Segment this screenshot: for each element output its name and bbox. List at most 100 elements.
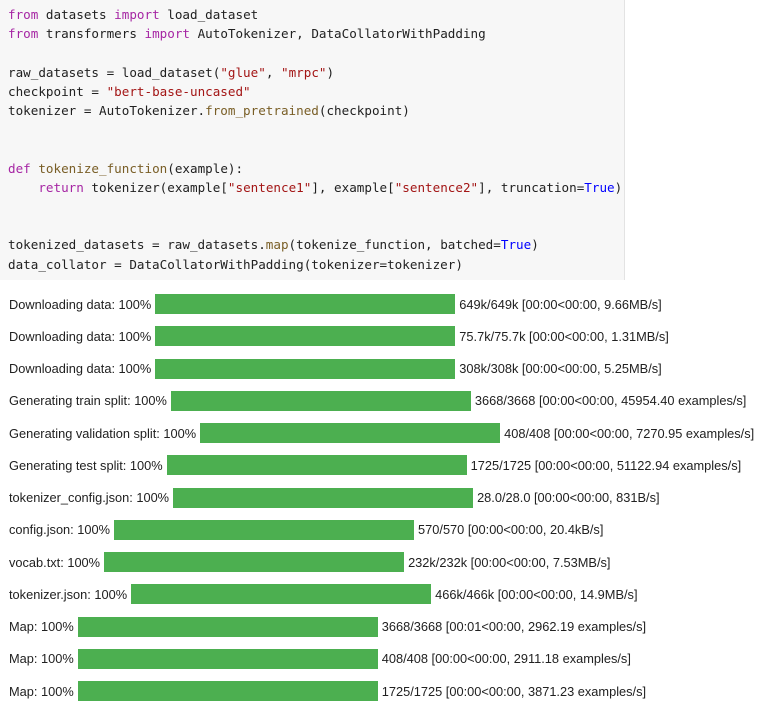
code-token: map <box>265 237 289 253</box>
code-token: return <box>38 179 84 195</box>
progress-stats: 308k/308k [00:00<00:00, 5.25MB/s] <box>459 361 662 376</box>
cell-output: Downloading data: 100% 649k/649k [00:00<0… <box>0 280 767 706</box>
progress-stats: 649k/649k [00:00<00:00, 9.66MB/s] <box>459 296 662 312</box>
code-token: ) <box>614 179 623 195</box>
progress-row: Map: 100% 3668/3668 [00:01<00:00, 2962.19… <box>9 616 646 638</box>
code-line: raw_datasets = load_dataset("glue", "mrp… <box>8 63 334 82</box>
progress-stats: 1725/1725 [00:00<00:00, 3871.23 examples… <box>381 683 647 699</box>
progress-bar <box>114 519 415 540</box>
progress-bar <box>200 423 501 443</box>
code-token: tokenizer = AutoTokenizer. <box>8 103 206 118</box>
progress-row: config.json: 100% 570/570 [00:00<00:00, 2… <box>9 519 603 541</box>
progress-bar <box>155 358 456 379</box>
code-token: ], truncation= <box>478 179 585 195</box>
progress-row: Map: 100% 408/408 [00:00<00:00, 2911.18 e… <box>9 648 631 670</box>
code-token: True <box>500 237 532 253</box>
code-token: (tokenize_function, batched= <box>288 237 501 253</box>
code-token: "mrpc" <box>280 64 327 80</box>
progress-bar-fill <box>77 616 378 637</box>
progress-bar <box>170 390 471 411</box>
code-token: "sentence1" <box>227 179 312 195</box>
code-token: transformers <box>38 26 145 42</box>
code-line: checkpoint = "bert-base-uncased" <box>8 82 251 101</box>
progress-row: Map: 100% 1725/1725 [00:00<00:00, 3871.23… <box>9 680 646 702</box>
code-token: from <box>8 26 39 42</box>
progress-row: Generating validation split: 100% 408/408… <box>9 422 754 444</box>
progress-row: vocab.txt: 100% 232k/232k [00:00<00:00, 7… <box>9 551 610 573</box>
code-line: tokenizer = AutoTokenizer.from_pretraine… <box>8 101 410 120</box>
code-line: from datasets import load_dataset <box>8 5 258 24</box>
progress-row: tokenizer.json: 100% 466k/466k [00:00<00:… <box>9 583 638 605</box>
progress-label: Map: 100% <box>9 683 74 699</box>
code-token: (example): <box>167 160 244 176</box>
code-token: raw_datasets = load_dataset( <box>8 64 221 80</box>
progress-bar-fill <box>131 584 432 605</box>
progress-row: Generating train split: 100% 3668/3668 [0… <box>9 390 746 412</box>
progress-label: config.json: 100% <box>9 522 111 538</box>
progress-bar <box>77 681 378 701</box>
progress-stats: 232k/232k [00:00<00:00, 7.53MB/s] <box>408 554 611 570</box>
progress-stats: 3668/3668 [00:01<00:00, 2962.19 examples… <box>381 619 647 634</box>
progress-stats: 466k/466k [00:00<00:00, 14.9MB/s] <box>435 586 638 602</box>
progress-bar-fill <box>173 487 474 508</box>
code-line: def tokenize_function(example): <box>8 159 243 178</box>
progress-stats: 1725/1725 [00:00<00:00, 51122.94 example… <box>470 457 742 473</box>
code-token: import <box>144 26 191 42</box>
progress-label: tokenizer_config.json: 100% <box>9 490 170 505</box>
progress-bar-fill <box>200 423 501 443</box>
progress-label: Map: 100% <box>9 619 74 634</box>
code-token: ) <box>531 237 539 253</box>
progress-row: Downloading data: 100% 649k/649k [00:00<0… <box>9 293 662 315</box>
progress-bar-fill <box>170 390 471 411</box>
code-line: from transformers import AutoTokenizer, … <box>8 24 486 43</box>
code-token: "bert-base-uncased" <box>106 83 251 99</box>
code-line: tokenized_datasets = raw_datasets.map(to… <box>8 235 539 254</box>
code-token: True <box>584 179 615 195</box>
progress-bar <box>104 552 405 572</box>
progress-bar <box>77 616 378 637</box>
code-token: ) <box>326 64 335 80</box>
progress-bar-fill <box>104 552 405 572</box>
code-token: "glue" <box>220 64 266 80</box>
code-line: return tokenizer(example["sentence1"], e… <box>8 178 622 197</box>
progress-bar-fill <box>77 681 378 701</box>
progress-stats: 408/408 [00:00<00:00, 7270.95 examples/s… <box>504 425 755 441</box>
progress-stats: 3668/3668 [00:00<00:00, 45954.40 example… <box>474 393 747 409</box>
progress-stats: 75.7k/75.7k [00:00<00:00, 1.31MB/s] <box>459 328 669 344</box>
progress-row: Generating test split: 100% 1725/1725 [00… <box>9 454 741 476</box>
progress-label: Generating validation split: 100% <box>9 425 197 441</box>
code-token: from <box>8 7 39 22</box>
progress-label: tokenizer.json: 100% <box>9 586 128 602</box>
progress-bar-fill <box>155 294 456 314</box>
code-token: import <box>114 7 160 22</box>
progress-label: Downloading data: 100% <box>9 296 152 312</box>
code-cell[interactable]: from datasets import load_dataset from tr… <box>0 0 625 280</box>
progress-stats: 570/570 [00:00<00:00, 20.4kB/s] <box>418 522 604 538</box>
progress-bar <box>173 487 474 508</box>
progress-stats: 28.0/28.0 [00:00<00:00, 831B/s] <box>477 490 660 505</box>
progress-bar-fill <box>77 648 378 669</box>
code-token: "sentence2" <box>394 179 479 195</box>
code-token: tokenized_datasets = raw_datasets. <box>8 237 266 253</box>
progress-bar <box>77 648 378 669</box>
code-token: tokenizer(example[ <box>83 179 228 195</box>
progress-bar <box>155 294 456 314</box>
code-token: from_pretrained <box>205 103 319 118</box>
code-token: (checkpoint) <box>318 103 410 118</box>
progress-bar-fill <box>155 326 456 347</box>
progress-bar-fill <box>166 455 467 476</box>
progress-label: Downloading data: 100% <box>9 361 152 376</box>
progress-bar <box>131 584 432 605</box>
progress-bar-fill <box>155 358 456 379</box>
code-token: def <box>8 160 31 176</box>
progress-label: Generating train split: 100% <box>9 393 167 409</box>
code-token: tokenize_function <box>38 160 168 176</box>
code-token: ], example[ <box>311 179 395 195</box>
progress-bar <box>155 326 456 347</box>
progress-row: Downloading data: 100% 75.7k/75.7k [00:00… <box>9 325 669 347</box>
code-token: AutoTokenizer, DataCollatorWithPadding <box>190 26 486 42</box>
progress-bar-fill <box>114 519 415 540</box>
progress-row: Downloading data: 100% 308k/308k [00:00<0… <box>9 358 662 380</box>
code-token: load_dataset <box>159 7 259 22</box>
